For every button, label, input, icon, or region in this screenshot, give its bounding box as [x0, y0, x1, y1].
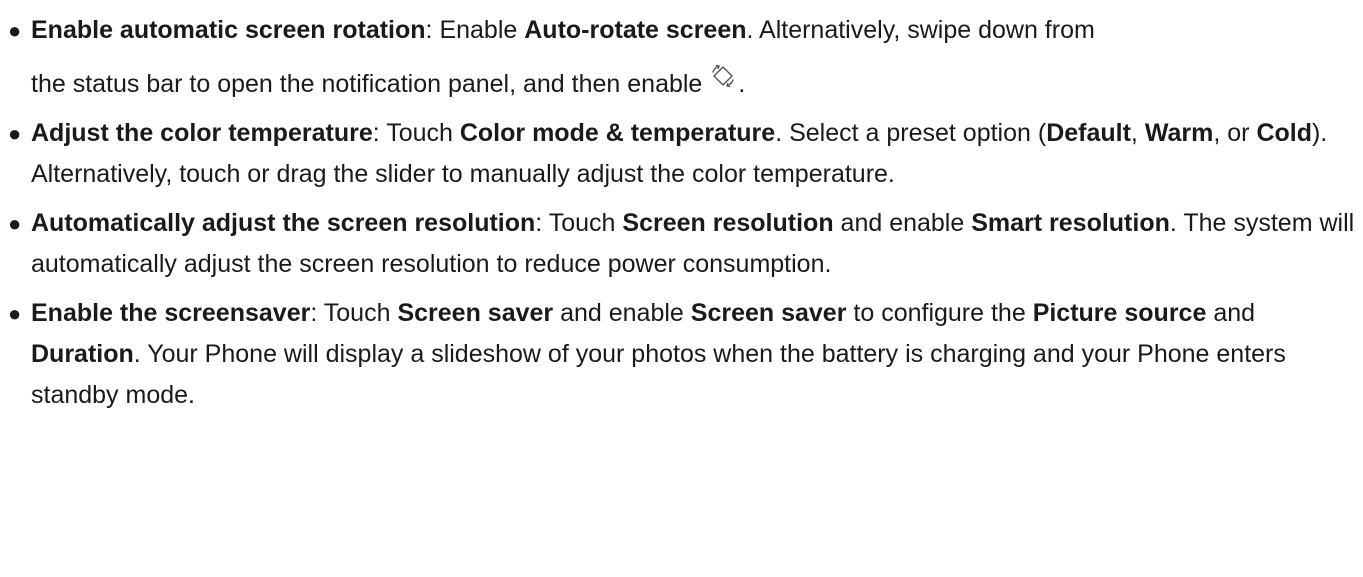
list-item-screen-resolution: ● Automatically adjust the screen resolu… — [0, 203, 1363, 285]
bullet: ● — [8, 121, 22, 146]
item-title: Automatically adjust the screen resoluti… — [31, 209, 536, 237]
item-line-1: Enable automatic screen rotation: Enable… — [31, 16, 1095, 44]
bullet: ● — [8, 301, 22, 326]
list-item-screensaver: ● Enable the screensaver: Touch Screen s… — [0, 293, 1363, 416]
list-item-auto-rotate: ● Enable automatic screen rotation: Enab… — [0, 10, 1363, 105]
bullet: ● — [8, 18, 22, 43]
bullet: ● — [8, 211, 22, 236]
auto-rotate-icon — [712, 64, 735, 88]
list-item-color-temperature: ● Adjust the color temperature: Touch Co… — [0, 113, 1363, 195]
instruction-list: ● Enable automatic screen rotation: Enab… — [0, 0, 1363, 416]
item-title: Enable the screensaver — [31, 299, 311, 327]
item-title: Enable automatic screen rotation — [31, 16, 426, 44]
item-title: Adjust the color temperature — [31, 119, 373, 147]
